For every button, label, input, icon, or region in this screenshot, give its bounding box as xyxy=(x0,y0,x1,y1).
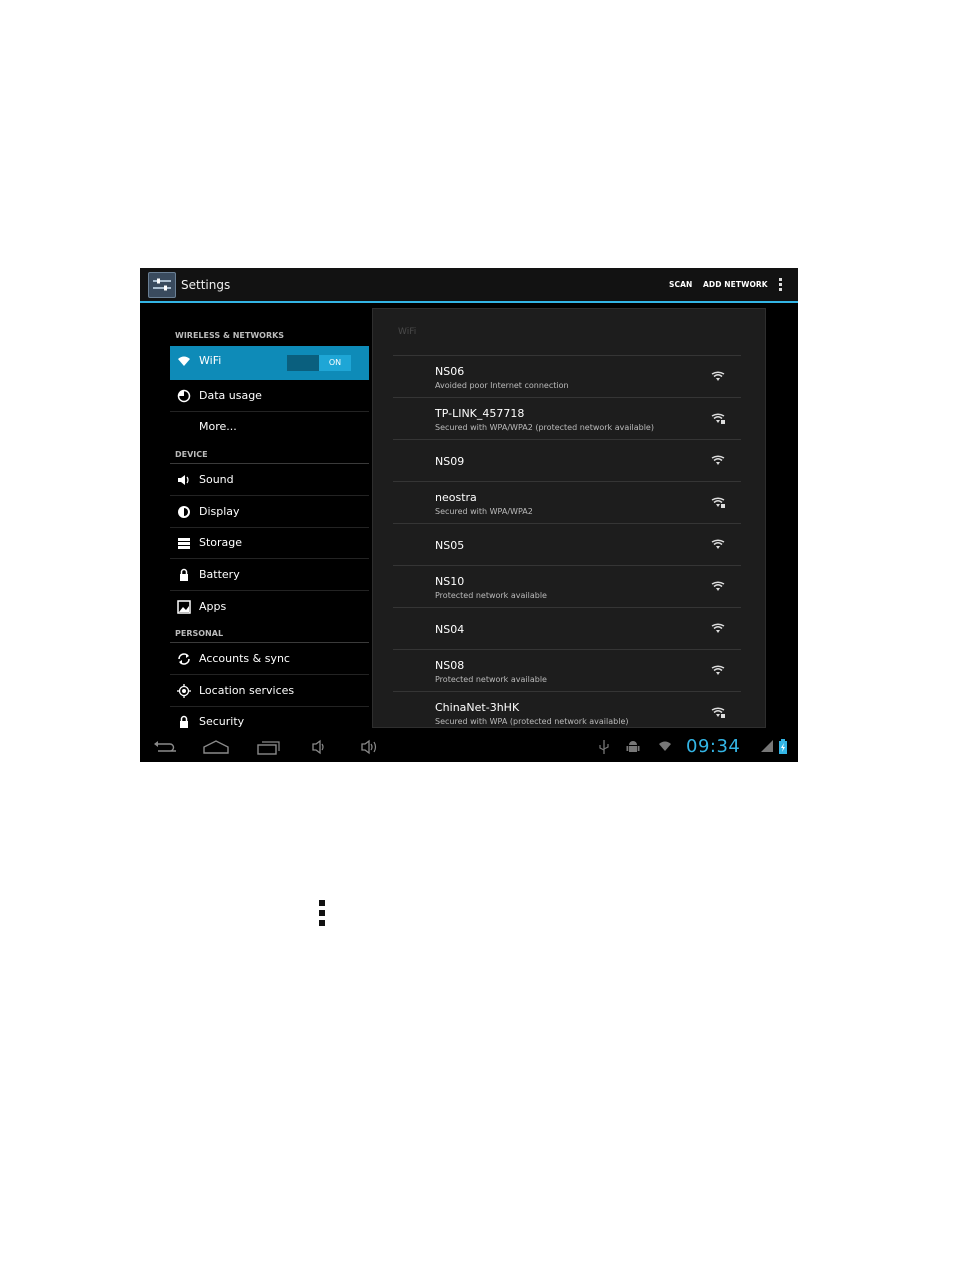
home-icon[interactable] xyxy=(203,739,229,755)
data-usage-icon xyxy=(177,389,191,403)
sidebar-item-label: Accounts & sync xyxy=(199,652,290,665)
wifi-secured-signal-icon xyxy=(711,707,725,718)
network-status: Protected network available xyxy=(435,591,547,600)
volume-up-icon[interactable] xyxy=(360,739,382,755)
wifi-signal-icon xyxy=(711,539,725,549)
sidebar-item-label: Storage xyxy=(199,536,243,549)
overflow-menu-icon-large xyxy=(319,900,325,928)
section-wireless-networks: WIRELESS & NETWORKS xyxy=(175,331,285,340)
wifi-network-row[interactable]: NS08 Protected network available xyxy=(393,649,741,692)
lock-icon xyxy=(180,715,188,728)
sidebar-item-label: Data usage xyxy=(199,389,262,402)
wifi-status-icon xyxy=(659,741,671,751)
scan-button[interactable]: SCAN xyxy=(669,280,692,289)
wifi-network-row[interactable]: NS06 Avoided poor Internet connection xyxy=(393,355,741,398)
usb-icon xyxy=(599,740,609,754)
sidebar-item-label: Apps xyxy=(199,600,227,613)
sidebar-item-label: Display xyxy=(199,505,240,518)
section-device: DEVICE xyxy=(175,450,208,459)
network-status: Secured with WPA (protected network avai… xyxy=(435,717,629,726)
network-status: Secured with WPA/WPA2 xyxy=(435,507,533,516)
wifi-signal-icon xyxy=(711,371,725,381)
panel-title: WiFi xyxy=(398,327,417,337)
system-nav-bar: 09:34 xyxy=(140,733,798,762)
wifi-toggle[interactable]: ON xyxy=(287,355,351,371)
wifi-icon xyxy=(178,356,190,366)
wifi-network-row[interactable]: NS04 xyxy=(393,607,741,650)
sidebar-item-label: Battery xyxy=(199,568,240,581)
network-status: Protected network available xyxy=(435,675,547,684)
wifi-signal-icon xyxy=(711,665,725,675)
action-bar: Settings SCAN ADD NETWORK xyxy=(140,268,798,303)
divider xyxy=(170,590,369,591)
wifi-secured-signal-icon xyxy=(711,413,725,424)
wifi-network-row[interactable]: NS05 xyxy=(393,523,741,566)
sidebar-item-location[interactable]: Location services xyxy=(170,676,369,707)
wifi-network-panel: WiFi NS06 Avoided poor Internet connectio… xyxy=(372,308,766,728)
network-name: NS05 xyxy=(435,539,465,552)
wifi-signal-icon xyxy=(711,455,725,465)
section-divider xyxy=(170,463,369,464)
sidebar-item-battery[interactable]: Battery xyxy=(170,560,369,591)
network-name: ChinaNet-3hHK xyxy=(435,701,520,714)
settings-app-icon[interactable] xyxy=(148,272,176,298)
network-name: NS10 xyxy=(435,575,465,588)
network-name: NS06 xyxy=(435,365,465,378)
sidebar-item-label: WiFi xyxy=(199,354,222,367)
wifi-network-row[interactable]: TP-LINK_457718 Secured with WPA/WPA2 (pro… xyxy=(393,397,741,440)
divider xyxy=(170,558,369,559)
wifi-secured-signal-icon xyxy=(711,497,725,508)
overflow-menu-icon[interactable] xyxy=(779,278,783,294)
sidebar-item-wifi[interactable]: WiFi ON xyxy=(170,346,369,380)
sidebar-item-label: Security xyxy=(199,715,245,728)
battery-status-icon xyxy=(779,739,787,754)
divider xyxy=(170,674,369,675)
location-icon xyxy=(177,684,191,698)
signal-icon xyxy=(761,740,773,752)
network-name: TP-LINK_457718 xyxy=(435,407,525,420)
lock-battery-icon xyxy=(180,568,188,581)
tablet-screen: Settings SCAN ADD NETWORK WIRELESS & NET… xyxy=(140,268,798,762)
speaker-icon xyxy=(178,475,189,485)
sidebar-item-display[interactable]: Display xyxy=(170,497,369,528)
add-network-button[interactable]: ADD NETWORK xyxy=(703,280,768,289)
network-name: NS08 xyxy=(435,659,465,672)
sidebar-item-storage[interactable]: Storage xyxy=(170,528,369,559)
sidebar-item-label: Location services xyxy=(199,684,295,697)
sidebar-item-label: More... xyxy=(199,420,237,433)
network-name: neostra xyxy=(435,491,477,504)
settings-sidebar: WIRELESS & NETWORKS WiFi ON Data usage M… xyxy=(170,303,370,733)
sidebar-item-more[interactable]: More... xyxy=(170,412,369,443)
volume-down-icon[interactable] xyxy=(311,739,329,755)
android-debug-icon xyxy=(626,741,640,752)
recent-apps-icon[interactable] xyxy=(257,739,281,755)
brightness-icon xyxy=(178,506,190,518)
sidebar-item-data-usage[interactable]: Data usage xyxy=(170,381,369,412)
wifi-network-row[interactable]: neostra Secured with WPA/WPA2 xyxy=(393,481,741,524)
wifi-signal-icon xyxy=(711,581,725,591)
back-icon[interactable] xyxy=(152,739,178,755)
wifi-toggle-state: ON xyxy=(319,355,351,371)
section-divider xyxy=(170,642,369,643)
sidebar-item-label: Sound xyxy=(199,473,234,486)
storage-icon xyxy=(178,538,190,549)
wifi-network-row[interactable]: NS10 Protected network available xyxy=(393,565,741,608)
sidebar-item-accounts-sync[interactable]: Accounts & sync xyxy=(170,644,369,675)
sidebar-item-sound[interactable]: Sound xyxy=(170,465,369,496)
sidebar-item-apps[interactable]: Apps xyxy=(170,592,369,623)
network-name: NS04 xyxy=(435,623,465,636)
sync-icon xyxy=(178,653,190,665)
section-personal: PERSONAL xyxy=(175,629,224,638)
wifi-signal-icon xyxy=(711,623,725,633)
wifi-network-row[interactable]: ChinaNet-3hHK Secured with WPA (protected… xyxy=(393,691,741,727)
network-status: Avoided poor Internet connection xyxy=(435,381,569,390)
app-title: Settings xyxy=(181,278,231,292)
divider xyxy=(170,495,369,496)
network-status: Secured with WPA/WPA2 (protected network… xyxy=(435,423,654,432)
apps-icon xyxy=(177,600,191,614)
clock: 09:34 xyxy=(686,736,741,757)
network-name: NS09 xyxy=(435,455,465,468)
wifi-network-row[interactable]: NS09 xyxy=(393,439,741,482)
